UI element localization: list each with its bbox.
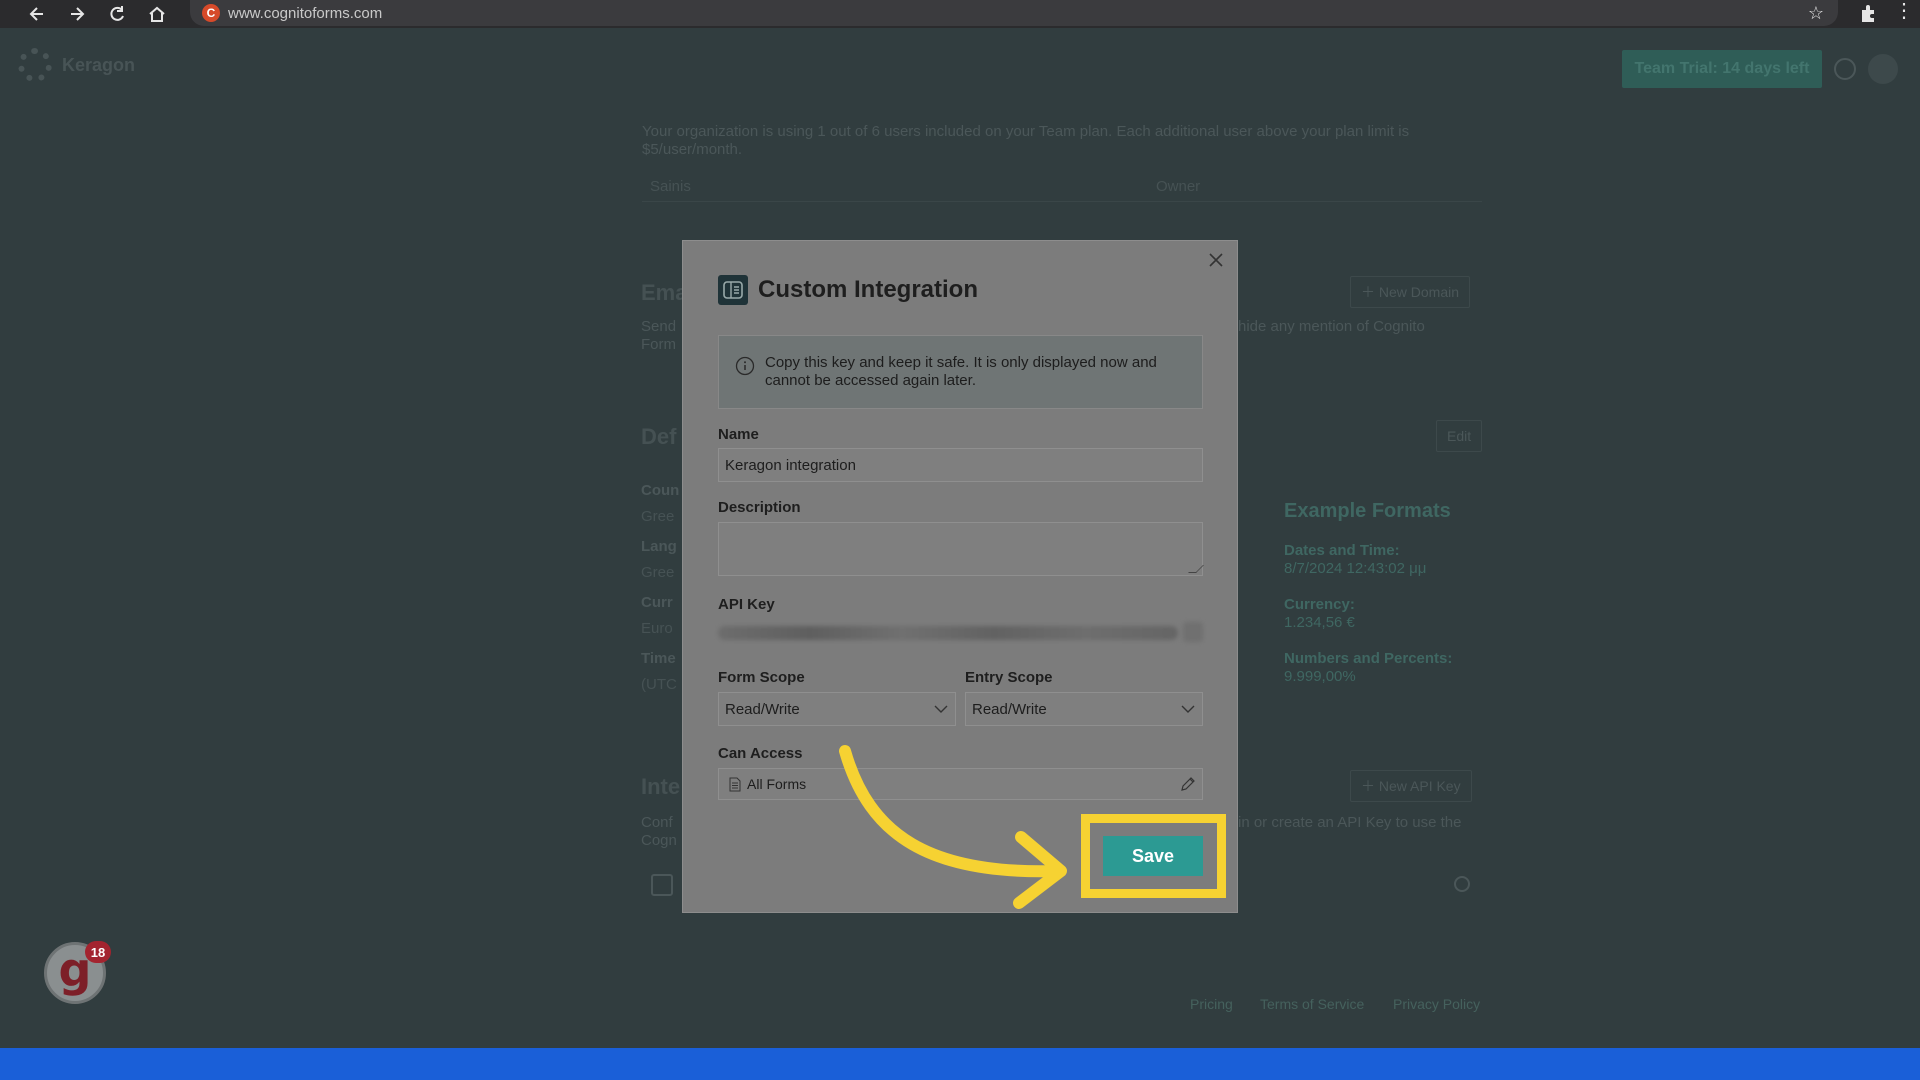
new-domain-label: New Domain — [1378, 284, 1460, 300]
home-icon[interactable] — [140, 0, 174, 28]
new-api-key-label: New API Key — [1378, 778, 1461, 794]
site-favicon-icon: C — [202, 4, 220, 22]
forward-icon[interactable] — [60, 0, 94, 28]
bottom-bar — [0, 1048, 1920, 1080]
plus-icon: ＋ — [1361, 778, 1379, 794]
footer-link-terms[interactable]: Terms of Service — [1260, 996, 1364, 1012]
user-row: Sainis Owner — [642, 172, 1482, 202]
api-key-label: API Key — [718, 596, 775, 613]
integrations-text-left-2: Cogn — [641, 832, 677, 849]
plus-icon: ＋ — [1361, 284, 1379, 300]
default-value-language: Gree — [641, 564, 675, 581]
format-label-dates: Dates and Time: — [1284, 542, 1400, 559]
integrations-section-title: Inte — [641, 774, 681, 799]
can-access-value: All Forms — [747, 776, 807, 792]
description-textarea[interactable] — [718, 522, 1204, 576]
default-label-country: Coun — [641, 482, 680, 499]
reload-icon[interactable] — [100, 0, 134, 28]
default-label-timezone: Time — [641, 650, 676, 667]
avatar[interactable] — [1868, 54, 1898, 84]
defaults-section-title: Def — [641, 424, 677, 449]
address-bar[interactable]: C www.cognitoforms.com ☆ — [190, 0, 1838, 26]
info-icon — [735, 356, 755, 376]
format-value-dates: 8/7/2024 12:43:02 μμ — [1284, 560, 1427, 577]
team-trial-button[interactable]: Team Trial: 14 days left — [1622, 50, 1822, 88]
new-api-key-button[interactable]: ＋ New API Key — [1350, 770, 1472, 802]
default-label-language: Lang — [641, 538, 677, 555]
integration-icon — [718, 275, 748, 305]
user-row-role: Owner — [1156, 178, 1201, 195]
format-value-numbers: 9.999,00% — [1284, 668, 1356, 685]
back-icon[interactable] — [20, 0, 54, 28]
dialog-header: Custom Integration — [718, 275, 978, 305]
users-note-price: $5/user/month. — [642, 141, 743, 158]
help-icon[interactable] — [1834, 58, 1856, 80]
gear-logo-icon — [18, 48, 52, 82]
format-label-numbers: Numbers and Percents: — [1284, 650, 1453, 667]
users-note: Your organization is using 1 out of 6 us… — [642, 123, 1410, 140]
new-domain-button[interactable]: ＋ New Domain — [1350, 276, 1471, 308]
can-access-label: Can Access — [718, 745, 803, 762]
default-value-country: Gree — [641, 508, 675, 525]
integrations-text-right: in or create an API Key to use the — [1238, 814, 1462, 831]
save-button[interactable]: Save — [1103, 836, 1203, 876]
bookmark-star-icon[interactable]: ☆ — [1808, 3, 1824, 24]
api-key-value-blurred — [718, 626, 1178, 640]
format-value-currency: 1.234,56 € — [1284, 614, 1355, 631]
default-value-currency: Euro — [641, 620, 673, 637]
edit-pencil-icon[interactable] — [1178, 774, 1198, 794]
guide-badge-button[interactable]: g 18 — [44, 941, 111, 1004]
chevron-down-icon — [934, 705, 948, 713]
extensions-puzzle-icon[interactable] — [1858, 2, 1880, 24]
email-text-left-2: Form — [641, 336, 676, 353]
brand-name: Keragon — [62, 54, 136, 75]
integration-row-icon — [651, 874, 673, 896]
notification-count-badge: 18 — [85, 941, 111, 963]
entry-scope-label: Entry Scope — [965, 669, 1053, 686]
brand-logo[interactable]: Keragon — [18, 48, 135, 82]
form-scope-select[interactable]: Read/Write — [718, 692, 956, 726]
info-notice: Copy this key and keep it safe. It is on… — [718, 335, 1203, 409]
tutorial-arrow-icon — [839, 745, 1067, 909]
integrations-text-left: Conf — [641, 814, 673, 831]
copy-icon[interactable] — [1183, 622, 1203, 642]
chevron-down-icon — [1181, 705, 1195, 713]
footer-link-pricing[interactable]: Pricing — [1190, 996, 1233, 1012]
close-icon[interactable] — [1205, 249, 1227, 271]
entry-scope-select[interactable]: Read/Write — [965, 692, 1203, 726]
description-label: Description — [718, 499, 801, 516]
integration-row-menu-icon[interactable] — [1454, 876, 1470, 892]
user-row-name: Sainis — [650, 178, 691, 195]
name-input[interactable] — [718, 448, 1203, 482]
url-text: www.cognitoforms.com — [228, 4, 383, 22]
email-text-right: hide any mention of Cognito — [1238, 318, 1425, 335]
document-icon — [729, 777, 741, 791]
example-formats-title: Example Formats — [1284, 500, 1451, 522]
resize-grip-icon[interactable] — [1188, 565, 1204, 573]
format-label-currency: Currency: — [1284, 596, 1355, 613]
form-scope-value: Read/Write — [725, 700, 800, 718]
email-text-left: Send — [641, 318, 677, 335]
default-value-timezone: (UTC — [641, 676, 677, 693]
default-label-currency: Curr — [641, 594, 673, 611]
edit-defaults-button[interactable]: Edit — [1436, 420, 1483, 452]
info-text: Copy this key and keep it safe. It is on… — [765, 354, 1157, 389]
custom-integration-dialog: Custom Integration Copy this key and kee… — [682, 240, 1238, 913]
browser-menu-icon[interactable]: ⋮ — [1894, 0, 1914, 22]
footer-link-privacy[interactable]: Privacy Policy — [1393, 996, 1480, 1012]
entry-scope-value: Read/Write — [972, 700, 1047, 718]
dialog-title: Custom Integration — [758, 276, 978, 303]
email-section-title: Ema — [641, 280, 688, 305]
browser-toolbar: C www.cognitoforms.com ☆ ⋮ — [0, 0, 1920, 28]
name-label: Name — [718, 426, 759, 443]
form-scope-label: Form Scope — [718, 669, 805, 686]
